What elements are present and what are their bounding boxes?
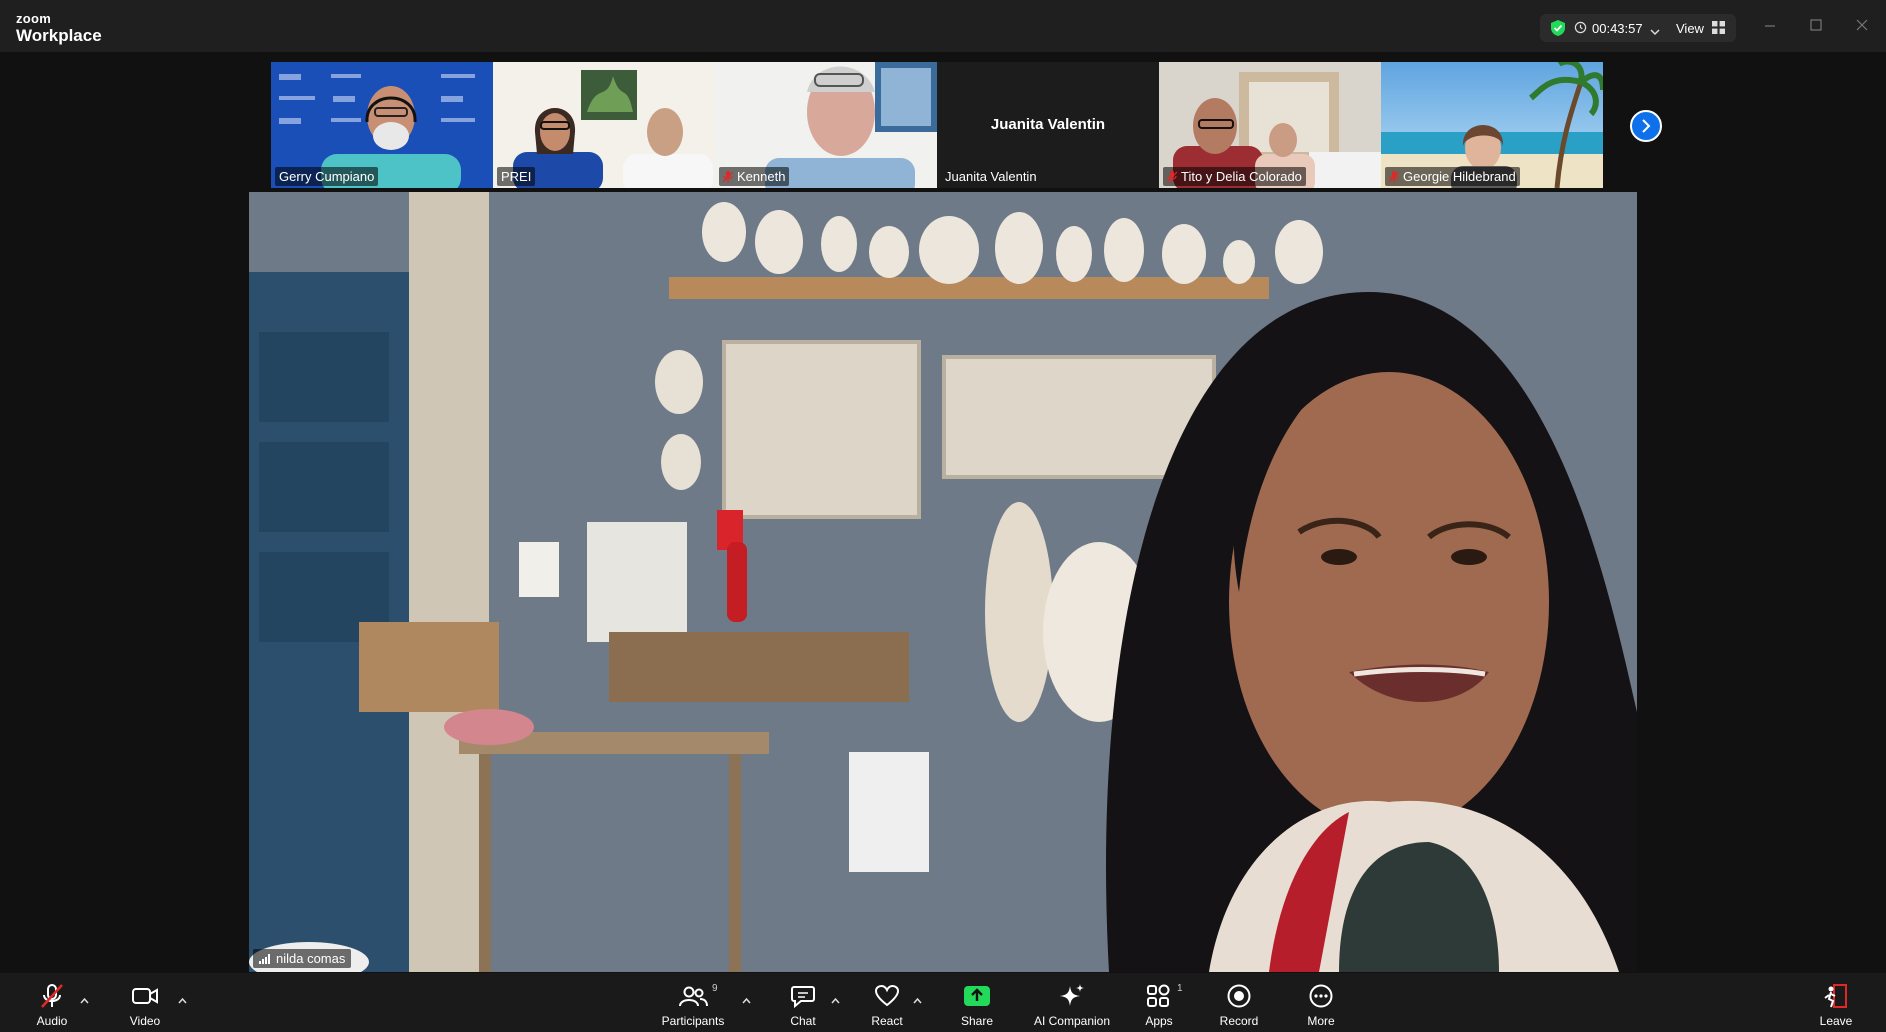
participant-tile[interactable]: Georgie Hildebrand [1381, 62, 1603, 188]
chat-label: Chat [790, 1014, 816, 1028]
video-label: Video [129, 1014, 161, 1028]
participant-name-label: Tito y Delia Colorado [1163, 167, 1306, 186]
chevron-right-icon [1642, 119, 1651, 133]
record-icon [1227, 984, 1251, 1008]
ai-sparkle-icon [1060, 984, 1084, 1006]
share-label: Share [960, 1014, 994, 1028]
record-button[interactable]: Record [1199, 983, 1279, 1031]
meeting-stage: Gerry Cumpiano PREI Kenneth Juanita Vale… [0, 52, 1886, 973]
participant-name-label: PREI [497, 167, 536, 186]
muted-microphone-icon [41, 984, 63, 1008]
minimize-icon[interactable] [1764, 18, 1776, 36]
video-button[interactable]: Video [105, 983, 185, 1031]
muted-mic-icon [1389, 170, 1399, 183]
apps-icon [1147, 984, 1170, 1007]
participants-icon [679, 986, 708, 1007]
participant-tile[interactable]: Kenneth [715, 62, 937, 188]
meeting-toolbar: Audio Video 9 Participants Chat React Sh… [0, 973, 1886, 1032]
participant-tile[interactable]: PREI [493, 62, 715, 188]
participant-center-name: Juanita Valentin [990, 116, 1106, 133]
participant-name-label: Gerry Cumpiano [275, 167, 379, 186]
participants-count: 9 [712, 983, 718, 994]
signal-strength-icon [259, 953, 270, 964]
meeting-timer: 00:43:57 [1592, 21, 1643, 36]
apps-button[interactable]: 1 Apps [1119, 983, 1199, 1031]
apps-label: Apps [1145, 1014, 1173, 1028]
chat-bubble-icon [791, 986, 815, 1008]
participant-tile[interactable]: Juanita Valentin Juanita Valentin [937, 62, 1159, 188]
muted-mic-icon [723, 170, 733, 183]
clock-icon [1574, 21, 1587, 39]
brand-workplace: Workplace [16, 26, 102, 45]
active-speaker-video[interactable]: nilda comas [249, 192, 1637, 972]
maximize-icon[interactable] [1810, 18, 1822, 36]
grid-view-icon[interactable] [1712, 21, 1725, 39]
participant-strip: Gerry Cumpiano PREI Kenneth Juanita Vale… [271, 62, 1615, 188]
more-button[interactable]: More [1281, 983, 1361, 1031]
participants-options-caret-icon[interactable] [742, 991, 751, 1009]
participant-name-label: Kenneth [719, 167, 790, 186]
ai-companion-label: AI Companion [1033, 1014, 1111, 1028]
speaker-name-label: nilda comas [253, 949, 352, 968]
close-icon[interactable] [1856, 18, 1868, 36]
participant-tile[interactable]: Gerry Cumpiano [271, 62, 493, 188]
participant-name-label: Georgie Hildebrand [1385, 167, 1520, 186]
speaker-video-frame [249, 192, 1637, 972]
more-dots-icon [1309, 984, 1333, 1008]
chat-options-caret-icon[interactable] [831, 991, 840, 1009]
security-shield-icon[interactable] [1550, 19, 1566, 42]
participant-name-label: Juanita Valentin [945, 169, 1037, 184]
next-page-button[interactable] [1630, 110, 1662, 142]
apps-count: 1 [1177, 983, 1183, 994]
meeting-status-pill: 00:43:57 View [1540, 14, 1736, 42]
heart-icon [874, 984, 900, 1007]
audio-label: Audio [36, 1014, 68, 1028]
share-button[interactable]: Share [937, 983, 1017, 1031]
record-label: Record [1219, 1014, 1259, 1028]
react-options-caret-icon[interactable] [913, 991, 922, 1009]
video-camera-icon [132, 988, 158, 1004]
ai-companion-button[interactable]: AI Companion [1032, 983, 1112, 1031]
video-options-caret-icon[interactable] [178, 991, 187, 1009]
chevron-down-icon[interactable] [1650, 23, 1660, 41]
audio-options-caret-icon[interactable] [80, 991, 89, 1009]
participant-tile[interactable]: Tito y Delia Colorado [1159, 62, 1381, 188]
brand-zoom: zoom [16, 11, 52, 26]
leave-door-icon [1824, 984, 1847, 1008]
react-label: React [871, 1014, 903, 1028]
leave-button[interactable]: Leave [1796, 983, 1876, 1031]
participants-label: Participants [661, 1014, 725, 1028]
muted-mic-icon [1167, 170, 1177, 183]
view-button[interactable]: View [1676, 21, 1704, 36]
app-logo: zoom Workplace [16, 12, 102, 44]
more-label: More [1307, 1014, 1335, 1028]
share-screen-icon [964, 986, 990, 1006]
leave-label: Leave [1819, 1014, 1853, 1028]
title-bar: zoom Workplace 00:43:57 View [0, 0, 1886, 52]
participants-button[interactable]: 9 Participants [653, 983, 733, 1031]
